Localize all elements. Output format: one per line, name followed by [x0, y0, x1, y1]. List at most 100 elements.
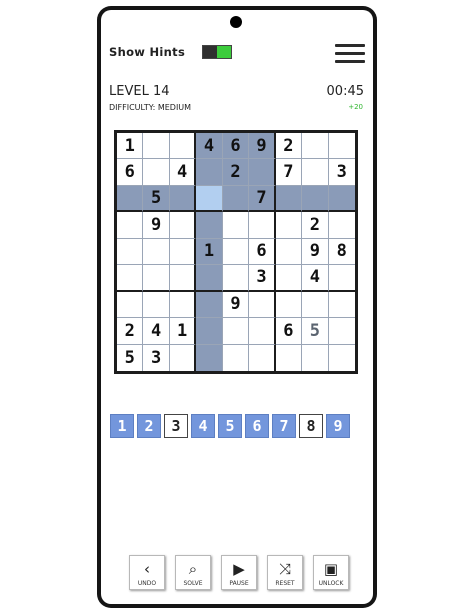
sudoku-cell-r6c6[interactable]: 3: [249, 265, 276, 292]
sudoku-cell-r2c2[interactable]: [143, 159, 170, 186]
sudoku-cell-r9c9[interactable]: [328, 344, 355, 371]
number-button-7[interactable]: 7: [272, 414, 296, 438]
sudoku-cell-r6c3[interactable]: [169, 265, 197, 292]
number-button-4[interactable]: 4: [191, 414, 215, 438]
sudoku-cell-r2c9[interactable]: 3: [328, 159, 355, 186]
sudoku-cell-r4c7[interactable]: [275, 212, 303, 239]
sudoku-cell-r3c6[interactable]: 7: [249, 185, 276, 213]
sudoku-cell-r3c3[interactable]: [169, 185, 197, 213]
pause-button[interactable]: ▶ PAUSE: [221, 555, 257, 590]
sudoku-cell-r1c8[interactable]: [302, 133, 329, 160]
sudoku-cell-r1c5[interactable]: 6: [222, 133, 250, 160]
show-hints-toggle[interactable]: [202, 45, 232, 59]
sudoku-cell-r6c2[interactable]: [143, 265, 170, 292]
reset-button[interactable]: ⤨ RESET: [267, 555, 303, 590]
number-button-9[interactable]: 9: [326, 414, 350, 438]
play-icon: ▶: [233, 560, 245, 578]
sudoku-cell-r8c8[interactable]: 5: [302, 318, 329, 345]
sudoku-cell-r5c9[interactable]: 8: [328, 238, 355, 266]
sudoku-cell-r5c6[interactable]: 6: [249, 238, 276, 266]
sudoku-cell-r1c9[interactable]: [328, 133, 355, 160]
sudoku-cell-r8c3[interactable]: 1: [169, 318, 197, 345]
sudoku-cell-r9c5[interactable]: [222, 344, 250, 371]
sudoku-cell-r2c1[interactable]: 6: [117, 159, 144, 186]
sudoku-cell-r8c7[interactable]: 6: [275, 318, 303, 345]
sudoku-cell-r9c1[interactable]: 5: [117, 344, 144, 371]
sudoku-cell-r9c6[interactable]: [249, 344, 276, 371]
sudoku-cell-r3c1[interactable]: [117, 185, 144, 213]
sudoku-cell-r5c8[interactable]: 9: [302, 238, 329, 266]
sudoku-cell-r8c6[interactable]: [249, 318, 276, 345]
sudoku-cell-r4c8[interactable]: 2: [302, 212, 329, 239]
sudoku-cell-r1c7[interactable]: 2: [275, 133, 303, 160]
sudoku-cell-r9c3[interactable]: [169, 344, 197, 371]
sudoku-cell-r4c2[interactable]: 9: [143, 212, 170, 239]
sudoku-cell-r2c4[interactable]: [196, 159, 223, 186]
sudoku-cell-r7c3[interactable]: [169, 291, 197, 319]
sudoku-cell-r2c8[interactable]: [302, 159, 329, 186]
sudoku-cell-r3c4[interactable]: [196, 185, 223, 213]
sudoku-cell-r7c7[interactable]: [275, 291, 303, 319]
sudoku-cell-r2c3[interactable]: 4: [169, 159, 197, 186]
undo-button[interactable]: ‹ UNDO: [129, 555, 165, 590]
sudoku-cell-r3c7[interactable]: [275, 185, 303, 213]
solve-button[interactable]: ⌕ SOLVE: [175, 555, 211, 590]
sudoku-cell-r9c7[interactable]: [275, 344, 303, 371]
sudoku-cell-r6c7[interactable]: [275, 265, 303, 292]
sudoku-cell-r3c2[interactable]: 5: [143, 185, 170, 213]
sudoku-cell-r7c6[interactable]: [249, 291, 276, 319]
sudoku-cell-r8c1[interactable]: 2: [117, 318, 144, 345]
sudoku-cell-r4c4[interactable]: [196, 212, 223, 239]
lock-icon: ▣: [323, 560, 339, 578]
number-button-1[interactable]: 1: [110, 414, 134, 438]
sudoku-cell-r7c8[interactable]: [302, 291, 329, 319]
sudoku-cell-r8c2[interactable]: 4: [143, 318, 170, 345]
sudoku-cell-r1c4[interactable]: 4: [196, 133, 223, 160]
sudoku-cell-r3c9[interactable]: [328, 185, 355, 213]
sudoku-cell-r4c1[interactable]: [117, 212, 144, 239]
sudoku-cell-r5c4[interactable]: 1: [196, 238, 223, 266]
sudoku-cell-r5c7[interactable]: [275, 238, 303, 266]
sudoku-cell-r8c4[interactable]: [196, 318, 223, 345]
number-button-5[interactable]: 5: [218, 414, 242, 438]
sudoku-cell-r6c1[interactable]: [117, 265, 144, 292]
sudoku-cell-r7c2[interactable]: [143, 291, 170, 319]
sudoku-cell-r5c1[interactable]: [117, 238, 144, 266]
sudoku-cell-r5c5[interactable]: [222, 238, 250, 266]
sudoku-cell-r9c4[interactable]: [196, 344, 223, 371]
sudoku-cell-r4c5[interactable]: [222, 212, 250, 239]
sudoku-cell-r3c5[interactable]: [222, 185, 250, 213]
sudoku-cell-r6c9[interactable]: [328, 265, 355, 292]
sudoku-cell-r9c8[interactable]: [302, 344, 329, 371]
number-button-3[interactable]: 3: [164, 414, 188, 438]
number-button-2[interactable]: 2: [137, 414, 161, 438]
sudoku-cell-r8c9[interactable]: [328, 318, 355, 345]
sudoku-cell-r2c6[interactable]: [249, 159, 276, 186]
number-button-6[interactable]: 6: [245, 414, 269, 438]
sudoku-cell-r5c3[interactable]: [169, 238, 197, 266]
sudoku-cell-r6c8[interactable]: 4: [302, 265, 329, 292]
sudoku-cell-r1c2[interactable]: [143, 133, 170, 160]
sudoku-cell-r8c5[interactable]: [222, 318, 250, 345]
sudoku-cell-r7c1[interactable]: [117, 291, 144, 319]
sudoku-cell-r2c5[interactable]: 2: [222, 159, 250, 186]
sudoku-cell-r9c2[interactable]: 3: [143, 344, 170, 371]
sudoku-cell-r3c8[interactable]: [302, 185, 329, 213]
sudoku-cell-r6c5[interactable]: [222, 265, 250, 292]
sudoku-cell-r4c6[interactable]: [249, 212, 276, 239]
sudoku-cell-r5c2[interactable]: [143, 238, 170, 266]
number-button-8[interactable]: 8: [299, 414, 323, 438]
sudoku-cell-r4c9[interactable]: [328, 212, 355, 239]
sudoku-cell-r6c4[interactable]: [196, 265, 223, 292]
sudoku-cell-r2c7[interactable]: 7: [275, 159, 303, 186]
sudoku-cell-r7c4[interactable]: [196, 291, 223, 319]
sudoku-cell-r7c9[interactable]: [328, 291, 355, 319]
sudoku-cell-r1c1[interactable]: 1: [117, 133, 144, 160]
sudoku-cell-r1c6[interactable]: 9: [249, 133, 276, 160]
unlock-button[interactable]: ▣ UNLOCK: [313, 555, 349, 590]
sudoku-cell-r7c5[interactable]: 9: [222, 291, 250, 319]
hamburger-menu-icon[interactable]: [335, 44, 365, 64]
score-bonus: +20: [348, 103, 363, 111]
sudoku-cell-r4c3[interactable]: [169, 212, 197, 239]
sudoku-cell-r1c3[interactable]: [169, 133, 197, 160]
